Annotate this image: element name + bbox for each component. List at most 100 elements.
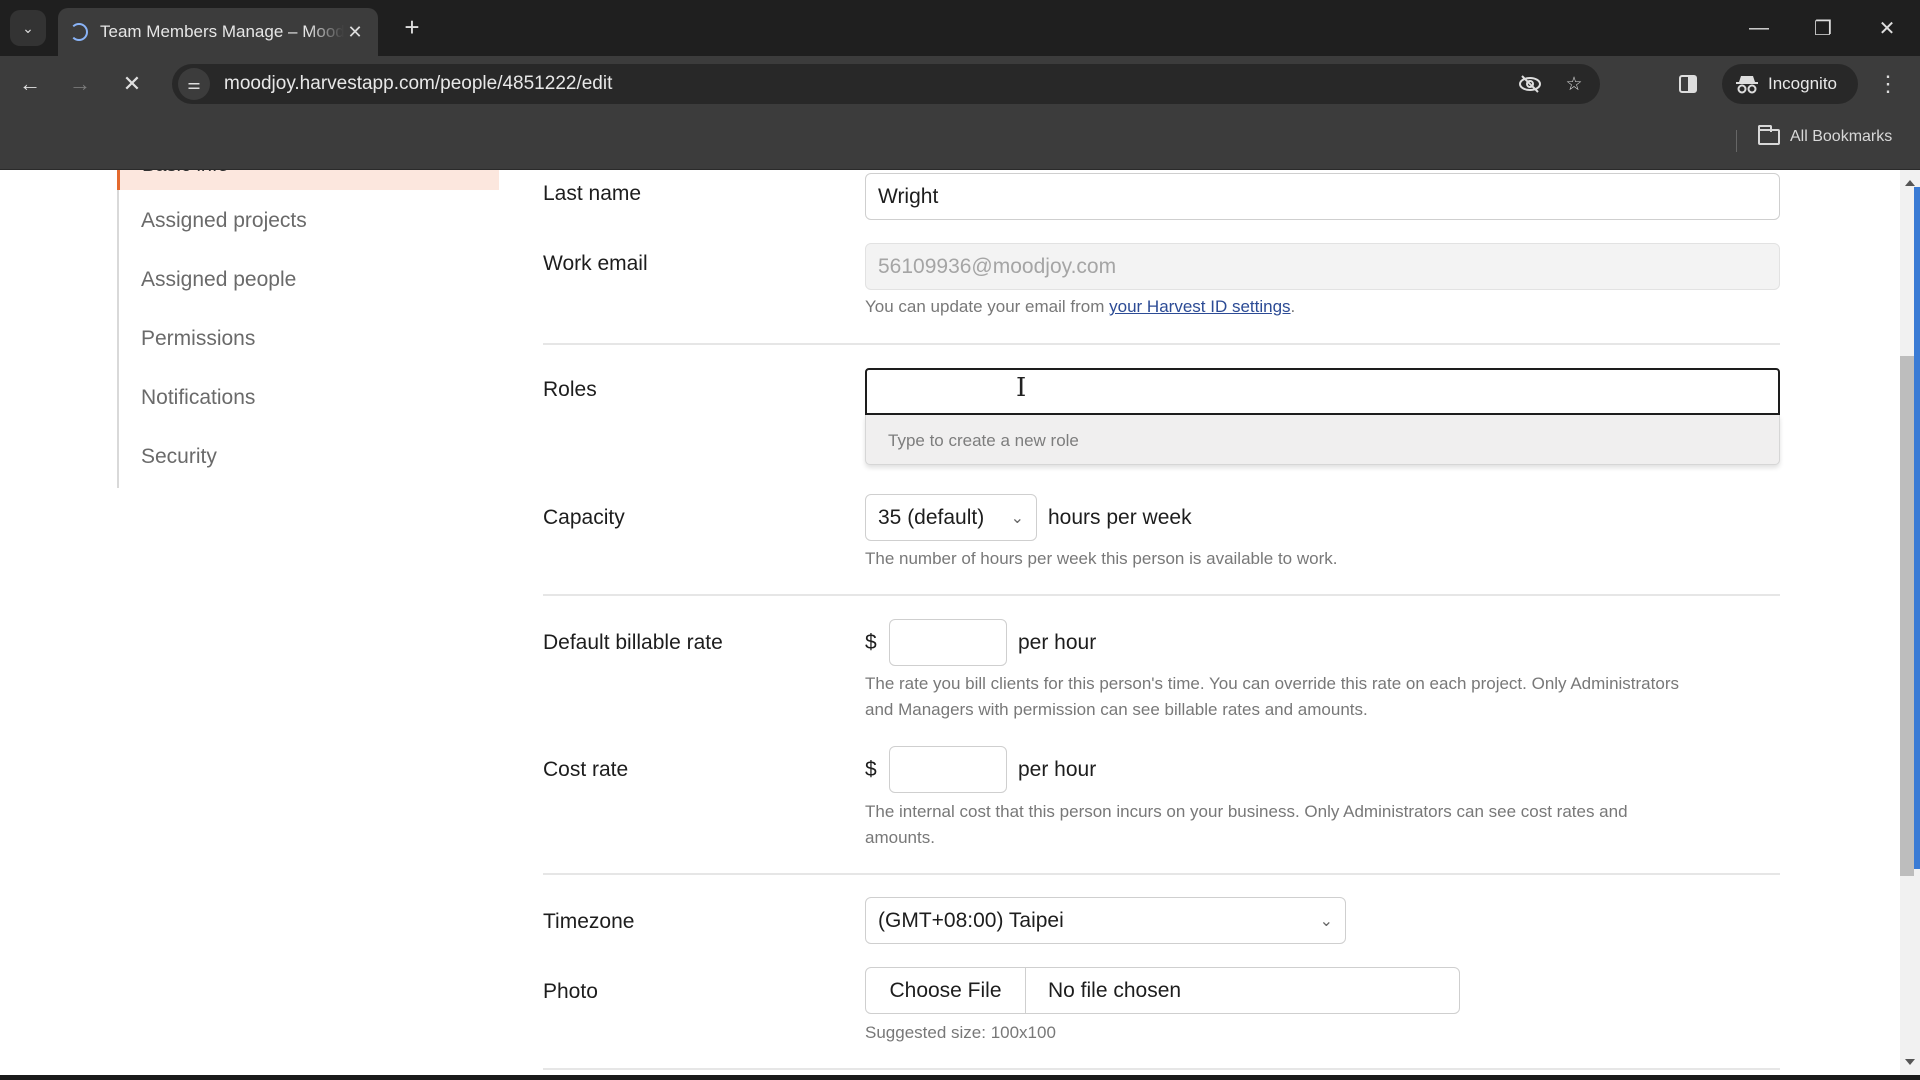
capacity-unit: hours per week (1048, 506, 1192, 529)
restore-icon: ❐ (1814, 17, 1832, 40)
roles-input[interactable] (865, 368, 1780, 415)
sidebar-item-basic-info[interactable]: Basic info (117, 170, 499, 190)
side-panel-icon (1679, 75, 1697, 93)
close-window-button[interactable]: ✕ (1864, 10, 1910, 46)
stop-icon: ✕ (122, 71, 142, 96)
roles-dropdown: Type to create a new role (865, 415, 1780, 465)
page-content: Basic info Assigned projects Assigned pe… (0, 170, 1900, 1075)
back-button[interactable]: ← (12, 68, 48, 100)
text-cursor-icon: I (1016, 373, 1027, 403)
hint-text: You can update your email from (865, 297, 1110, 316)
browser-menu-button[interactable]: ⋮ (1872, 68, 1904, 100)
cost-rate-currency: $ (865, 758, 877, 781)
taskbar-edge (0, 1075, 1920, 1080)
hint-line: The internal cost that this person incur… (865, 802, 1628, 821)
cost-rate-hint: The internal cost that this person incur… (865, 799, 1628, 851)
billable-rate-label: Default billable rate (543, 631, 723, 654)
timezone-selected: (GMT+08:00) Taipei (878, 908, 1064, 932)
hint-line: amounts. (865, 828, 935, 847)
chevron-down-icon: ⌄ (1319, 912, 1333, 930)
stop-loading-button[interactable]: ✕ (114, 68, 150, 100)
hint-line: and Managers with permission can see bil… (865, 700, 1368, 719)
photo-file-input[interactable]: Choose File No file chosen (865, 967, 1460, 1014)
tab-list-button[interactable]: ⌄ (10, 10, 46, 46)
new-tab-button[interactable]: + (398, 14, 426, 42)
billable-rate-currency: $ (865, 631, 877, 654)
sidebar-item-label: Basic info (142, 170, 229, 177)
billable-rate-unit: per hour (1018, 631, 1097, 654)
restore-button[interactable]: ❐ (1800, 10, 1846, 46)
sidebar-item-security[interactable]: Security (141, 445, 217, 469)
plus-icon: + (404, 12, 420, 42)
photo-label: Photo (543, 980, 598, 1003)
billable-rate-input[interactable] (889, 619, 1007, 666)
capacity-label: Capacity (543, 506, 625, 529)
capacity-hint: The number of hours per week this person… (865, 549, 1338, 568)
bookmark-button[interactable]: ☆ (1556, 68, 1592, 100)
browser-tab[interactable]: Team Members Manage – Moodjoy ✕ (58, 8, 378, 56)
cost-rate-input[interactable] (889, 746, 1007, 793)
folder-icon (1758, 125, 1780, 145)
address-bar[interactable]: ⚌ moodjoy.harvestapp.com/people/4851222/… (172, 64, 1600, 104)
timezone-label: Timezone (543, 910, 635, 933)
arrow-right-icon: → (69, 71, 91, 96)
section-divider (543, 343, 1780, 345)
all-bookmarks-button[interactable]: All Bookmarks (1758, 125, 1892, 146)
kebab-icon: ⋮ (1877, 71, 1899, 96)
hint-line: The rate you bill clients for this perso… (865, 674, 1679, 693)
sidebar-item-permissions[interactable]: Permissions (141, 327, 255, 351)
section-divider (543, 1068, 1780, 1070)
spinner-icon (70, 23, 88, 41)
browser-titlebar: ⌄ Team Members Manage – Moodjoy ✕ + — ❐ … (0, 0, 1920, 56)
tune-icon: ⚌ (187, 76, 201, 93)
url-text[interactable]: moodjoy.harvestapp.com/people/4851222/ed… (224, 73, 1512, 95)
bookmarks-separator (1736, 130, 1737, 152)
eye-off-icon (1519, 75, 1541, 93)
section-divider (543, 873, 1780, 875)
work-email-hint: You can update your email from your Harv… (865, 294, 1295, 320)
tracking-protection-button[interactable] (1512, 68, 1548, 100)
roles-label: Roles (543, 378, 597, 401)
harvest-id-settings-link[interactable]: your Harvest ID settings (1109, 297, 1290, 316)
close-icon[interactable]: ✕ (344, 22, 366, 43)
incognito-label: Incognito (1768, 74, 1837, 93)
chevron-down-icon: ⌄ (1010, 509, 1024, 527)
incognito-icon (1736, 76, 1758, 94)
star-icon: ☆ (1565, 73, 1583, 95)
site-info-button[interactable]: ⚌ (178, 68, 210, 100)
cost-rate-unit: per hour (1018, 758, 1097, 781)
sidebar-item-notifications[interactable]: Notifications (141, 386, 255, 410)
side-panel-button[interactable] (1672, 68, 1704, 100)
window-edge-highlight (1914, 187, 1920, 869)
work-email-label: Work email (543, 252, 648, 275)
last-name-value: Wright (878, 184, 939, 208)
bookmarks-bar: All Bookmarks (0, 112, 1920, 170)
section-divider (543, 594, 1780, 596)
capacity-select[interactable]: 35 (default) ⌄ (865, 494, 1037, 541)
chevron-down-icon: ⌄ (22, 19, 34, 36)
sidebar-item-assigned-projects[interactable]: Assigned projects (141, 209, 307, 233)
person-settings-nav: Basic info Assigned projects Assigned pe… (117, 170, 499, 488)
forward-button[interactable]: → (62, 68, 98, 100)
hint-text: . (1290, 297, 1296, 316)
last-name-input[interactable]: Wright (865, 173, 1780, 220)
minimize-icon: — (1749, 16, 1769, 39)
minimize-button[interactable]: — (1736, 10, 1782, 46)
scroll-up-icon[interactable] (1905, 180, 1915, 186)
billable-rate-hint: The rate you bill clients for this perso… (865, 671, 1679, 723)
timezone-select[interactable]: (GMT+08:00) Taipei ⌄ (865, 897, 1346, 944)
sidebar-item-assigned-people[interactable]: Assigned people (141, 268, 296, 292)
tab-title: Team Members Manage – Moodjoy (100, 22, 344, 41)
scrollbar-thumb[interactable] (1900, 356, 1914, 876)
work-email-value: 56109936@moodjoy.com (878, 254, 1117, 278)
arrow-left-icon: ← (19, 71, 41, 96)
browser-toolbar: ← → ✕ ⚌ moodjoy.harvestapp.com/people/48… (0, 56, 1920, 112)
last-name-label: Last name (543, 182, 642, 205)
scroll-down-icon[interactable] (1905, 1059, 1915, 1065)
choose-file-button[interactable]: Choose File (866, 968, 1026, 1013)
file-status: No file chosen (1048, 978, 1182, 1002)
photo-hint: Suggested size: 100x100 (865, 1023, 1056, 1042)
incognito-indicator[interactable]: Incognito (1722, 64, 1858, 104)
roles-dropdown-hint: Type to create a new role (888, 431, 1079, 450)
cost-rate-label: Cost rate (543, 758, 629, 781)
